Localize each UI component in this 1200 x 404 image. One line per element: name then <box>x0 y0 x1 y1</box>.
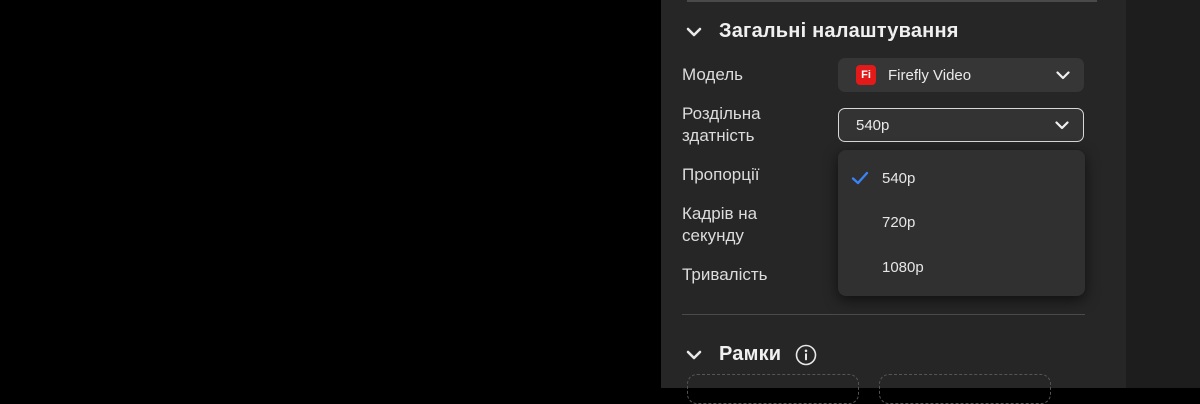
resolution-dropdown-menu: 540p 720p 1080p <box>838 150 1085 296</box>
resolution-select[interactable]: 540p <box>838 108 1084 142</box>
last-frame-slot[interactable] <box>879 374 1051 404</box>
model-value: Firefly Video <box>888 66 972 84</box>
aspect-ratio-label: Пропорції <box>682 165 760 184</box>
checkmark-icon <box>838 171 882 185</box>
fps-label-line1: Кадрів на <box>682 204 758 223</box>
chevron-down-icon <box>683 344 705 366</box>
option-label: 1080p <box>882 258 924 276</box>
right-sidebar-strip <box>1126 0 1200 388</box>
resolution-option-1080p[interactable]: 1080p <box>838 247 1085 287</box>
option-label: 540p <box>882 169 916 187</box>
frames-header[interactable]: Рамки <box>683 343 817 366</box>
model-label: Модель <box>682 65 744 84</box>
firefly-logo-icon: Fi <box>856 65 876 85</box>
general-settings-title: Загальні налаштування <box>719 20 959 42</box>
section-divider <box>682 314 1085 315</box>
settings-panel: Загальні налаштування Модель Fi Firefly … <box>661 0 1126 404</box>
fps-label: Кадрів на секунду <box>682 203 822 247</box>
chevron-down-icon <box>683 21 705 43</box>
first-frame-slot[interactable] <box>687 374 859 404</box>
chevron-down-icon <box>1056 67 1070 84</box>
option-label: 720p <box>882 213 916 231</box>
chevron-down-icon <box>1055 117 1069 134</box>
frames-title: Рамки <box>719 343 782 365</box>
general-settings-header[interactable]: Загальні налаштування <box>683 20 959 43</box>
resolution-label-line1: Роздільна <box>682 104 761 123</box>
info-icon[interactable] <box>795 344 817 366</box>
resolution-option-540p[interactable]: 540p <box>838 158 1085 198</box>
resolution-value: 540p <box>856 116 890 134</box>
top-divider <box>687 0 1097 2</box>
model-select[interactable]: Fi Firefly Video <box>838 58 1084 92</box>
resolution-option-720p[interactable]: 720p <box>838 202 1085 242</box>
resolution-label-line2: здатність <box>682 126 755 145</box>
resolution-label: Роздільна здатність <box>682 103 822 147</box>
duration-label: Тривалість <box>682 265 768 284</box>
fps-label-line2: секунду <box>682 226 744 245</box>
